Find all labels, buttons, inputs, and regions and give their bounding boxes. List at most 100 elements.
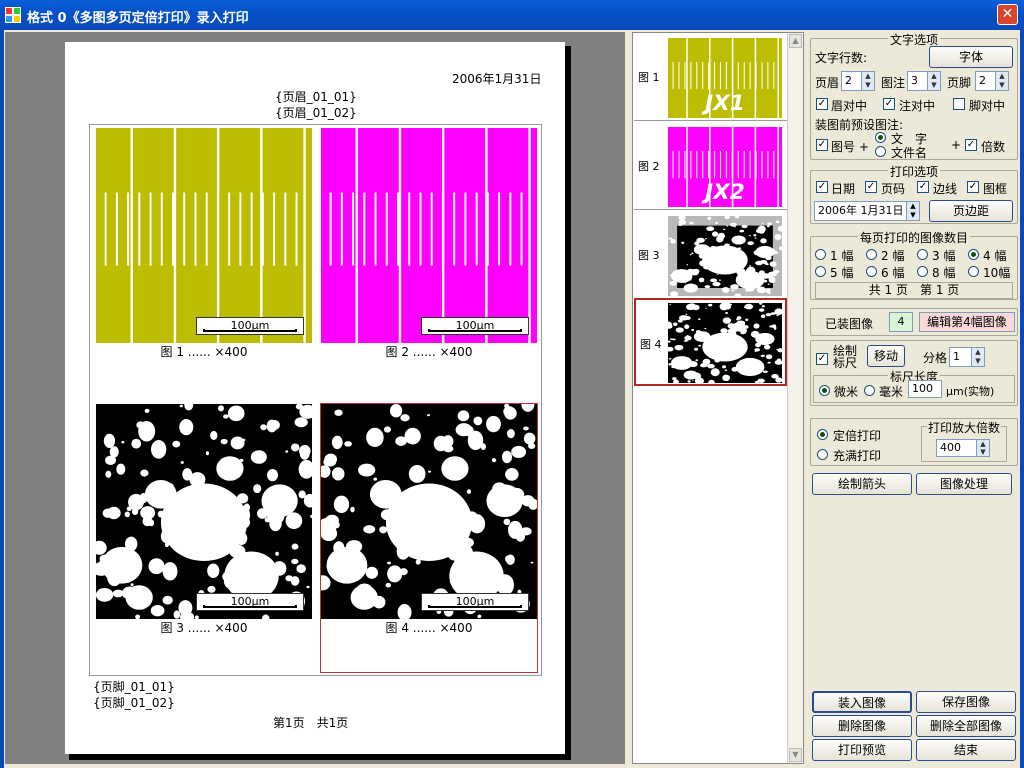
thumbnail-label: 图 1 [638, 71, 660, 84]
fig-number-checkbox[interactable]: ✓ [816, 139, 828, 151]
figure-caption: 图 3 ...... ×400 [160, 621, 248, 635]
draw-scale-label: 绘制标尺 [833, 344, 858, 370]
page-date: 2006年1月31日 [452, 72, 542, 86]
scale-bar-group: ✓ 绘制标尺 移动 分格 1 ▲ ▼ 标尺长度 微米 毫米 100 μm(实物) [810, 340, 1018, 406]
print-options-group: 打印选项 ✓ 日期 ✓ 页码 ✓ 边线 ✓ 图框 2006年 1月31日 ▲ ▼ 页… [810, 165, 1018, 224]
fig-number-label: 图号 + [831, 140, 869, 154]
thumbnail-image [668, 216, 782, 296]
loaded-images-count: 4 [889, 312, 913, 332]
footer-lines-spinner[interactable]: 2 ▲ ▼ [975, 71, 1009, 91]
per-page-radio[interactable] [866, 266, 877, 277]
load-image-button[interactable]: 装入图像 [812, 691, 912, 713]
per-page-label: 5 幅 [830, 266, 854, 280]
note-lines-spinner[interactable]: 3 ▲ ▼ [907, 71, 941, 91]
draw-scale-checkbox[interactable]: ✓ [816, 353, 828, 365]
fixed-print-radio[interactable] [817, 429, 828, 440]
image-process-button[interactable]: 图像处理 [916, 473, 1012, 495]
note-filename-radio[interactable] [875, 146, 886, 157]
divisions-label: 分格 [923, 351, 948, 365]
per-page-label: 1 幅 [830, 249, 854, 263]
note-center-checkbox[interactable]: ✓ [883, 98, 895, 110]
frame-checkbox[interactable]: ✓ [967, 181, 979, 193]
footer-center-checkbox[interactable] [953, 98, 965, 110]
scale-bar: 100μm [421, 593, 529, 611]
fill-print-radio[interactable] [817, 449, 828, 460]
delete-image-button[interactable]: 删除图像 [812, 715, 912, 737]
font-button[interactable]: 字体 [929, 46, 1013, 68]
thumbnail-item[interactable]: 图 2 JX2 [634, 122, 787, 210]
thumbnail-list[interactable]: 图 1 JX1 图 2 JX2 图 3 图 4 ▲ ▼ [632, 32, 804, 764]
scale-length-input[interactable]: 100 [908, 380, 942, 398]
text-lines-label: 文字行数: [815, 51, 868, 65]
magnification-label: 倍数 [981, 140, 1006, 154]
magnification-checkbox[interactable]: ✓ [965, 139, 977, 151]
per-page-radio[interactable] [917, 249, 928, 260]
delete-all-images-button[interactable]: 删除全部图像 [916, 715, 1016, 737]
footer-center-label: 脚对中 [969, 99, 1006, 113]
figure-1[interactable]: 100μm 图 1 ...... ×400 [96, 128, 312, 362]
figure-3[interactable]: 100μm 图 3 ...... ×400 [96, 404, 312, 638]
header-lines-spinner[interactable]: 2 ▲ ▼ [841, 71, 875, 91]
control-panel: 文字选项 文字行数: 字体 页眉 2 ▲ ▼ 图注 3 ▲ ▼ 页脚 2 ▲ ▼ ✓ 眉对中… [806, 32, 1020, 764]
thumbnail-item-selected[interactable]: 图 4 [634, 298, 787, 386]
finish-button[interactable]: 结束 [916, 739, 1016, 761]
border-checkbox[interactable]: ✓ [917, 181, 929, 193]
border-label: 边线 [933, 182, 958, 196]
mm-label: 毫米 [879, 385, 904, 399]
plus-sign: + [951, 138, 962, 152]
figure-4[interactable]: 100μm 图 4 ...... ×400 [320, 403, 538, 673]
thumbnail-image: JX1 [668, 38, 782, 118]
window-border-right [1020, 30, 1024, 768]
close-icon[interactable]: ✕ [997, 4, 1018, 25]
scroll-up-icon[interactable]: ▲ [789, 34, 802, 48]
per-page-radio[interactable] [917, 266, 928, 277]
page-margin-button[interactable]: 页边距 [929, 200, 1013, 222]
loaded-images-group: 已装图像 4 编辑第4幅图像 [810, 308, 1018, 336]
per-page-radio[interactable] [968, 249, 979, 260]
page-header-line: {页眉_01_01} [275, 90, 357, 104]
per-page-radio[interactable] [815, 249, 826, 260]
page-number-checkbox[interactable]: ✓ [865, 181, 877, 193]
draw-arrow-button[interactable]: 绘制箭头 [812, 473, 912, 495]
date-picker[interactable]: 2006年 1月31日 ▲ ▼ [814, 201, 920, 221]
title-bar: 格式 0《多图多页定倍打印》录入打印 ✕ [0, 0, 1024, 30]
footer-lines-label: 页脚 [947, 76, 972, 90]
figure-caption: 图 1 ...... ×400 [160, 345, 248, 359]
save-image-button[interactable]: 保存图像 [916, 691, 1016, 713]
print-preview-button[interactable]: 打印预览 [812, 739, 912, 761]
magnification-spinner[interactable]: 400 ▲ ▼ [936, 439, 990, 457]
page-footer-line: {页脚_01_02} [93, 696, 175, 710]
print-mode-group: 定倍打印 充满打印 打印放大倍数 400 ▲ ▼ [810, 418, 1018, 466]
app-icon [5, 7, 21, 23]
per-page-radio[interactable] [968, 266, 979, 277]
preset-note-label: 装图前预设图注: [815, 118, 904, 132]
scale-bar: 100μm [196, 593, 304, 611]
paper-shadow [69, 754, 571, 760]
page-number-info: 第1页 共1页 [273, 716, 349, 730]
micron-radio[interactable] [819, 385, 830, 396]
mm-radio[interactable] [864, 385, 875, 396]
loaded-images-label: 已装图像 [825, 317, 874, 331]
date-checkbox[interactable]: ✓ [816, 181, 828, 193]
micron-label: 微米 [834, 385, 859, 399]
divisions-spinner[interactable]: 1 ▲ ▼ [949, 347, 985, 367]
per-page-radio[interactable] [815, 266, 826, 277]
move-scale-button[interactable]: 移动 [867, 345, 905, 367]
thumbnail-item[interactable]: 图 3 [634, 211, 787, 299]
magnification-title: 打印放大倍数 [926, 421, 1001, 435]
thumbnail-scrollbar[interactable]: ▲ ▼ [787, 33, 803, 763]
thumbnail-item[interactable]: 图 1 JX1 [634, 33, 787, 121]
note-text-radio[interactable] [875, 132, 886, 143]
paper-shadow [565, 46, 571, 758]
figure-image [321, 404, 537, 619]
text-options-group: 文字选项 文字行数: 字体 页眉 2 ▲ ▼ 图注 3 ▲ ▼ 页脚 2 ▲ ▼ ✓ 眉对中… [810, 33, 1018, 160]
edit-image-button[interactable]: 编辑第4幅图像 [919, 312, 1015, 332]
scale-unit-label: μm(实物) [946, 385, 995, 398]
scale-bar: 100μm [421, 317, 529, 335]
per-page-label: 3 幅 [932, 249, 956, 263]
scroll-down-icon[interactable]: ▼ [789, 748, 802, 762]
paper-page: 2006年1月31日 {页眉_01_01} {页眉_01_02} 100μm 图… [65, 42, 565, 754]
per-page-radio[interactable] [866, 249, 877, 260]
header-center-checkbox[interactable]: ✓ [816, 98, 828, 110]
figure-2[interactable]: 100μm 图 2 ...... ×400 [321, 128, 537, 362]
